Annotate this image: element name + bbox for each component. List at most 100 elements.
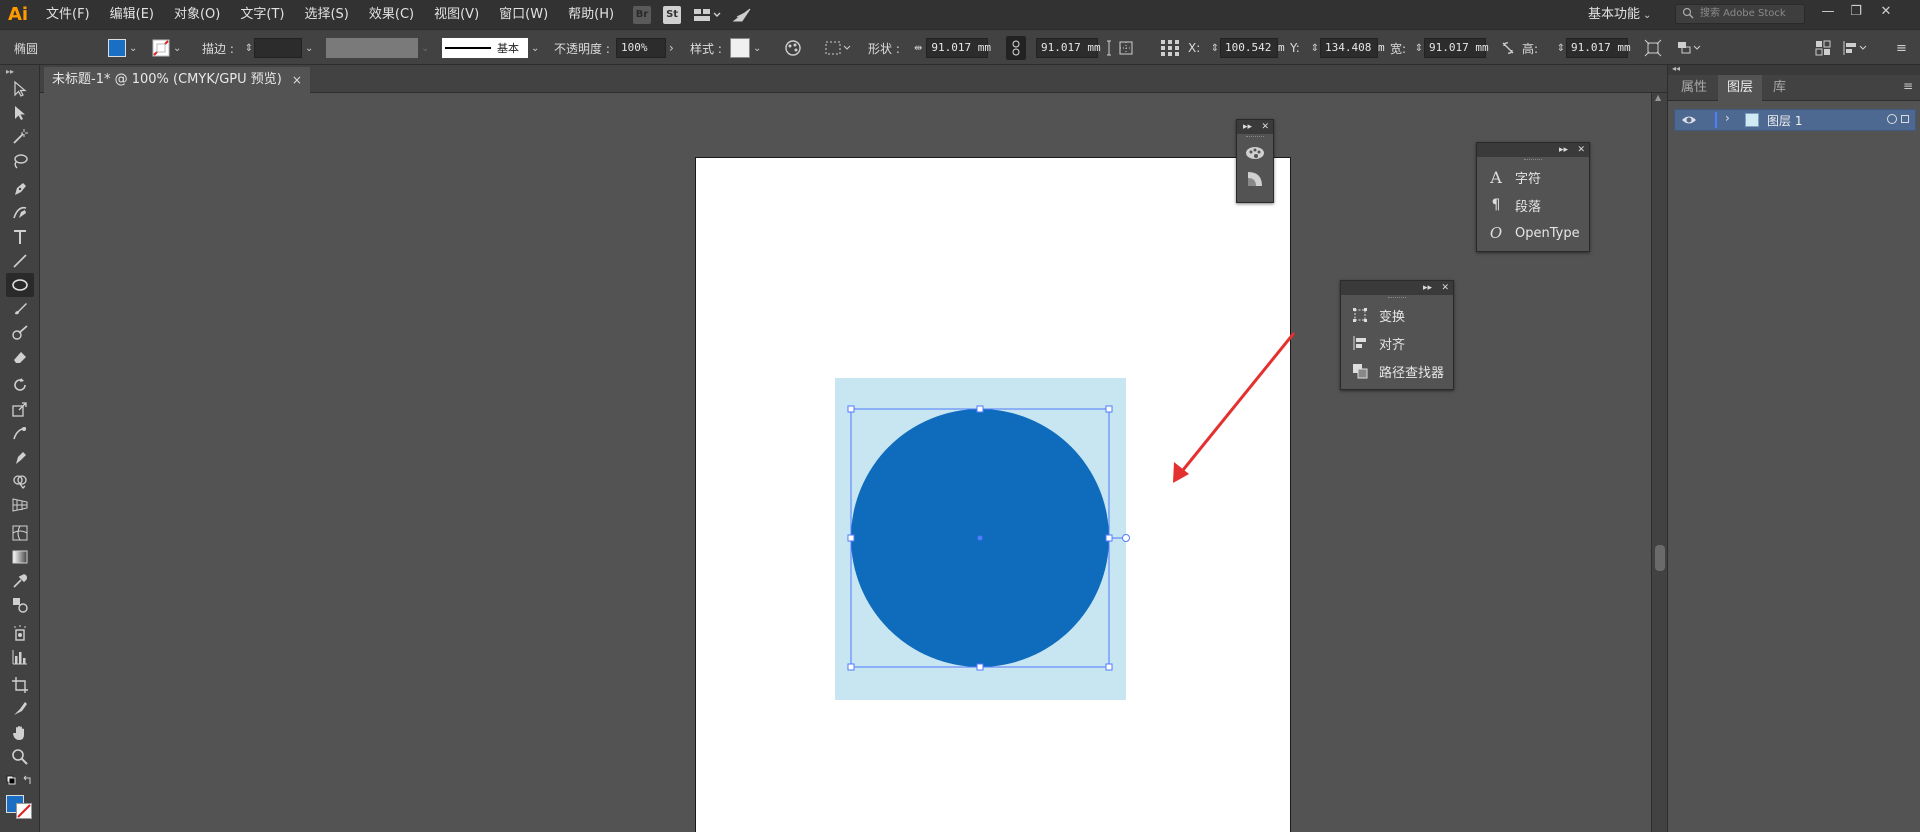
transform-grid-icon[interactable] [1160, 30, 1180, 66]
color-guide-icon[interactable] [1237, 140, 1273, 166]
transform-panel-expand-icon[interactable]: ▸▸ [1423, 281, 1432, 295]
maximize-button[interactable]: ❐ [1842, 0, 1870, 22]
menu-edit[interactable]: 编辑(E) [100, 0, 164, 29]
expand-layer-icon[interactable]: › [1725, 111, 1730, 125]
zoom-tool-icon[interactable] [6, 745, 34, 769]
stroke-weight-stepper[interactable]: ⇕ ⌄ [244, 30, 313, 66]
gradient-tool-icon[interactable] [6, 545, 34, 569]
column-graph-tool-icon[interactable] [6, 645, 34, 669]
slice-tool-icon[interactable] [6, 697, 34, 721]
variable-width-profile[interactable]: ⌄ [326, 30, 429, 66]
curvature-tool-icon[interactable] [6, 201, 34, 225]
ellipse-tool-icon[interactable] [6, 273, 34, 297]
bridge-button[interactable]: Br [630, 5, 654, 25]
type-panel-expand-icon[interactable]: ▸▸ [1559, 143, 1568, 157]
graphic-style-picker[interactable]: ⌄ [730, 30, 761, 66]
align-to-selection-icon[interactable] [824, 30, 852, 66]
gpu-performance-icon[interactable] [730, 5, 754, 25]
panel-collapse-bar[interactable]: ◂◂ [1668, 64, 1920, 75]
selection-tool-icon[interactable] [6, 77, 34, 101]
constrain-proportions-icon[interactable] [1006, 30, 1026, 66]
opacity-input[interactable]: 100% › [616, 30, 674, 66]
minimize-button[interactable]: — [1814, 0, 1842, 22]
link-dimensions-icon[interactable] [1500, 30, 1516, 66]
shape-height-input[interactable]: 91.017 mm [1036, 30, 1101, 66]
puppet-warp-tool-icon[interactable] [6, 445, 34, 469]
close-tab-icon[interactable]: × [292, 67, 302, 93]
pathfinder-panel-item[interactable]: 路径查找器 [1341, 357, 1453, 385]
control-bar-menu-icon[interactable]: ≡ [1896, 30, 1907, 66]
perspective-grid-tool-icon[interactable] [6, 493, 34, 517]
blend-tool-icon[interactable] [6, 593, 34, 617]
scale-tool-icon[interactable] [6, 397, 34, 421]
shaper-tool-icon[interactable] [6, 321, 34, 345]
arrange-documents-icon[interactable] [690, 5, 724, 25]
arrange-icon[interactable] [1814, 30, 1832, 66]
fill-swatch[interactable]: ⌄ [108, 30, 137, 66]
menu-select[interactable]: 选择(S) [294, 0, 358, 29]
scroll-up-icon[interactable]: ▲ [1655, 93, 1661, 102]
workspace-switcher[interactable]: 基本功能 ⌄ [1580, 0, 1659, 29]
direct-selection-tool-icon[interactable] [6, 101, 34, 125]
y-position-input[interactable]: ⇕ 134.408 m [1310, 30, 1385, 66]
x-position-input[interactable]: ⇕ 100.542 m [1210, 30, 1285, 66]
toolbar-collapse-icon[interactable]: ▸▸ [6, 67, 34, 76]
transform-panel-item[interactable]: 变换 [1341, 301, 1453, 329]
symbol-sprayer-tool-icon[interactable] [6, 621, 34, 645]
hand-tool-icon[interactable] [6, 721, 34, 745]
document-tab[interactable]: 未标题-1* @ 100% (CMYK/GPU 预览) × [44, 67, 310, 93]
layer-name[interactable]: 图层 1 [1767, 112, 1802, 129]
width-input[interactable]: ⇕ 91.017 mm [1414, 30, 1489, 66]
artboard-tool-icon[interactable] [6, 673, 34, 697]
close-window-button[interactable]: ✕ [1872, 0, 1900, 22]
transform-each-icon[interactable] [1644, 30, 1662, 66]
fill-stroke-swatches[interactable] [6, 795, 34, 825]
menu-help[interactable]: 帮助(H) [558, 0, 624, 29]
menu-file[interactable]: 文件(F) [36, 0, 100, 29]
stock-search-input[interactable]: 搜索 Adobe Stock [1675, 4, 1805, 24]
brush-definition[interactable]: 基本 ⌄ [442, 30, 539, 66]
scrollbar-thumb[interactable] [1655, 545, 1665, 571]
tab-libraries[interactable]: 库 [1764, 75, 1795, 101]
lasso-tool-icon[interactable] [6, 149, 34, 173]
pen-tool-icon[interactable] [6, 177, 34, 201]
align-objects-icon[interactable] [1842, 30, 1868, 66]
rotate-tool-icon[interactable] [6, 373, 34, 397]
canvas-area[interactable] [41, 93, 1651, 832]
warp-tool-icon[interactable] [6, 421, 34, 445]
opentype-panel-item[interactable]: O OpenType [1477, 219, 1589, 247]
layer-selection-indicator[interactable] [1901, 115, 1909, 123]
magic-wand-tool-icon[interactable] [6, 125, 34, 149]
layer-target-icon[interactable] [1887, 114, 1897, 124]
panel-menu-icon[interactable]: ≡ [1903, 79, 1913, 93]
paintbrush-tool-icon[interactable] [6, 297, 34, 321]
character-panel-item[interactable]: A 字符 [1477, 163, 1589, 191]
panel-close-icon[interactable]: ✕ [1261, 120, 1269, 134]
transparency-icon[interactable] [1237, 166, 1273, 192]
paragraph-panel-item[interactable]: ¶ 段落 [1477, 191, 1589, 219]
recolor-artwork-icon[interactable] [784, 30, 802, 66]
default-colors-icon[interactable] [6, 775, 34, 789]
stock-button[interactable]: St [660, 5, 684, 25]
shape-width-input[interactable]: ⇹ 91.017 mm [914, 30, 991, 66]
layer-row[interactable]: › 图层 1 [1674, 109, 1916, 131]
panel-expand-icon[interactable]: ▸▸ [1243, 120, 1252, 134]
reference-point-icon[interactable] [1106, 30, 1140, 66]
vertical-scrollbar[interactable]: ▲ [1651, 93, 1667, 832]
menu-view[interactable]: 视图(V) [424, 0, 489, 29]
line-segment-tool-icon[interactable] [6, 249, 34, 273]
menu-effect[interactable]: 效果(C) [359, 0, 424, 29]
isolate-object-icon[interactable] [1676, 30, 1702, 66]
shape-builder-tool-icon[interactable] [6, 469, 34, 493]
align-panel-item[interactable]: 对齐 [1341, 329, 1453, 357]
menu-type[interactable]: 文字(T) [230, 0, 294, 29]
menu-object[interactable]: 对象(O) [164, 0, 230, 29]
type-tool-icon[interactable] [6, 225, 34, 249]
tab-layers[interactable]: 图层 [1718, 75, 1763, 101]
pie-widget-handle[interactable] [1122, 534, 1130, 542]
visibility-eye-icon[interactable] [1681, 113, 1697, 127]
type-panel-close-icon[interactable]: ✕ [1577, 143, 1585, 157]
transform-panel-close-icon[interactable]: ✕ [1441, 281, 1449, 295]
eyedropper-tool-icon[interactable] [6, 569, 34, 593]
eraser-tool-icon[interactable] [6, 345, 34, 369]
